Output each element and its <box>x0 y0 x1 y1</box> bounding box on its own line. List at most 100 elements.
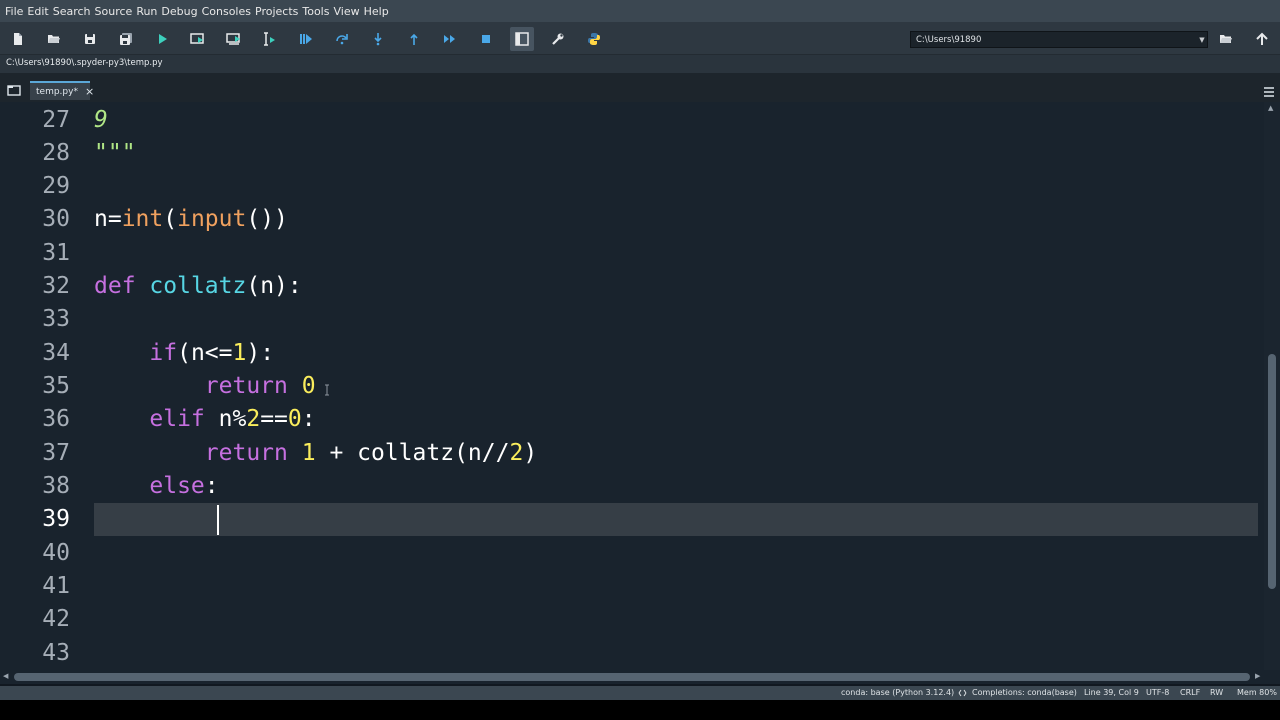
run-cell-advance-icon <box>226 33 240 45</box>
line-number-current: 39 <box>42 506 70 532</box>
vertical-scrollbar-thumb[interactable] <box>1268 354 1276 589</box>
code-line-36: elif n%2==0: <box>94 403 316 436</box>
code-token: n= <box>94 206 122 232</box>
run-selection-button[interactable] <box>258 27 282 51</box>
stop-debug-button[interactable] <box>474 27 498 51</box>
browse-directory-button[interactable] <box>1214 27 1238 51</box>
menu-file[interactable]: File <box>3 5 25 18</box>
code-line-27: 9 <box>94 104 108 137</box>
menu-consoles[interactable]: Consoles <box>200 5 253 18</box>
status-bar: conda: base (Python 3.12.4) Completions:… <box>0 686 1280 700</box>
code-token: (n): <box>246 273 302 299</box>
menu-help[interactable]: Help <box>362 5 391 18</box>
status-encoding: UTF-8 <box>1146 688 1170 697</box>
save-all-button[interactable] <box>114 27 138 51</box>
line-number: 37 <box>42 440 70 466</box>
play-icon <box>159 34 167 44</box>
current-line-highlight <box>94 503 1258 536</box>
status-completions[interactable]: Completions: conda(base) <box>972 688 1077 697</box>
line-number: 41 <box>42 573 70 599</box>
line-number: 33 <box>42 306 70 332</box>
status-eol: CRLF <box>1180 688 1201 697</box>
file-path: C:\Users\91890\.spyder-py3\temp.py <box>6 58 163 68</box>
builtin-token: int <box>121 206 164 232</box>
builtin-token: input <box>177 206 247 232</box>
folder-open-icon <box>1220 35 1232 43</box>
line-number: 27 <box>42 107 70 133</box>
step-over-button[interactable] <box>330 27 354 51</box>
code-line-38: else: <box>94 470 219 503</box>
code-line-37: return 1 + collatz(n//2) <box>94 437 537 470</box>
code-token: : <box>204 473 219 499</box>
scroll-up-icon[interactable]: ▲ <box>1268 104 1273 112</box>
save-file-button[interactable] <box>78 27 102 51</box>
browse-tabs-button[interactable] <box>7 81 21 100</box>
run-cell-button[interactable] <box>186 27 210 51</box>
debug-icon <box>300 34 312 44</box>
save-all-icon <box>120 33 132 45</box>
file-path-bar: C:\Users\91890\.spyder-py3\temp.py <box>0 55 1280 73</box>
horizontal-scrollbar[interactable]: ◀ ▶ <box>0 670 1280 684</box>
scroll-right-icon[interactable]: ▶ <box>1255 672 1260 680</box>
step-return-button[interactable] <box>402 27 426 51</box>
menu-debug[interactable]: Debug <box>159 5 199 18</box>
code-token: : <box>301 406 316 432</box>
save-icon <box>85 34 95 44</box>
menu-search[interactable]: Search <box>51 5 93 18</box>
options-menu-button[interactable] <box>1263 82 1275 101</box>
menu-source[interactable]: Source <box>93 5 135 18</box>
new-file-button[interactable] <box>6 27 30 51</box>
editor-tab-bar: temp.py* × <box>0 73 1280 102</box>
code-line-28: """ <box>94 137 136 170</box>
preferences-button[interactable] <box>546 27 570 51</box>
line-number: 28 <box>42 140 70 166</box>
chevron-down-icon[interactable]: ▼ <box>1197 36 1207 44</box>
open-file-button[interactable] <box>42 27 66 51</box>
parent-directory-button[interactable] <box>1250 27 1274 51</box>
code-line-32: def collatz(n): <box>94 270 302 303</box>
keyword-token: def <box>94 273 136 299</box>
tab-temp-py[interactable]: temp.py* × <box>30 81 94 100</box>
debug-file-button[interactable] <box>294 27 318 51</box>
text-caret <box>217 505 219 535</box>
maximize-pane-icon <box>515 32 529 46</box>
number-token: 1 <box>232 340 247 366</box>
continue-button[interactable] <box>438 27 462 51</box>
working-directory-value: C:\Users\91890 <box>916 34 982 45</box>
number-token: 2 <box>246 406 261 432</box>
run-cell-advance-button[interactable] <box>222 27 246 51</box>
menu-view[interactable]: View <box>331 5 361 18</box>
maximize-pane-button[interactable] <box>510 27 534 51</box>
vertical-scrollbar[interactable]: ▲ <box>1264 102 1280 670</box>
menu-tools[interactable]: Tools <box>300 5 331 18</box>
pythonpath-manager-button[interactable] <box>582 27 606 51</box>
status-permissions: RW <box>1210 688 1224 697</box>
status-memory: Mem 80% <box>1237 688 1277 697</box>
python-icon <box>588 33 600 45</box>
line-number: 36 <box>42 406 70 432</box>
hamburger-menu-icon <box>1264 87 1274 97</box>
string-token: """ <box>94 140 136 166</box>
line-number: 40 <box>42 540 70 566</box>
number-token: 2 <box>509 440 524 466</box>
code-token: ()) <box>246 206 288 232</box>
horizontal-scrollbar-thumb[interactable] <box>14 673 1250 681</box>
browse-tabs-icon <box>7 85 21 96</box>
status-cursor-position: Line 39, Col 9 <box>1084 688 1139 697</box>
step-into-button[interactable] <box>366 27 390 51</box>
menu-edit[interactable]: Edit <box>25 5 50 18</box>
line-number: 29 <box>42 173 70 199</box>
code-editor[interactable]: 27 28 29 30 31 32 33 34 35 36 37 38 39 4… <box>0 102 1280 670</box>
code-token: ( <box>163 206 178 232</box>
run-file-button[interactable] <box>150 27 174 51</box>
working-directory-combo[interactable]: C:\Users\91890 ▼ <box>910 31 1208 48</box>
status-environment[interactable]: conda: base (Python 3.12.4) <box>841 688 954 697</box>
bottom-letterbox <box>0 700 1280 720</box>
menu-projects[interactable]: Projects <box>253 5 300 18</box>
keyword-token: return <box>204 440 288 466</box>
menu-run[interactable]: Run <box>134 5 159 18</box>
scroll-left-icon[interactable]: ◀ <box>3 672 8 680</box>
line-number: 34 <box>42 340 70 366</box>
close-icon[interactable]: × <box>85 86 94 97</box>
text-cursor-icon <box>325 384 329 396</box>
